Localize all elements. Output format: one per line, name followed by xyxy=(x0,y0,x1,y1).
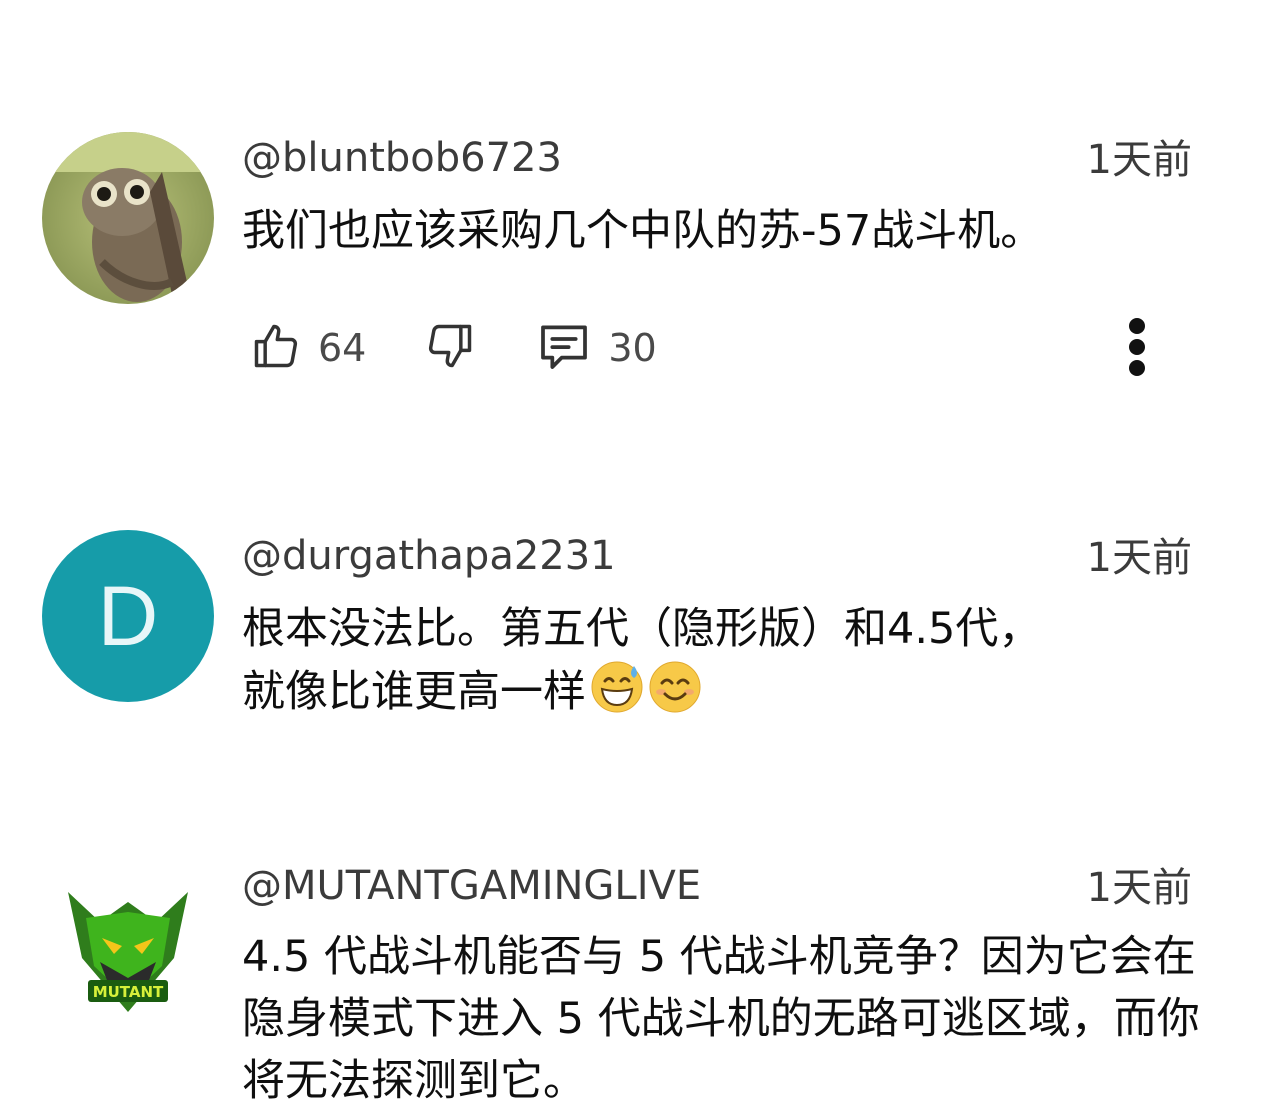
more-vertical-icon xyxy=(1127,316,1147,382)
avatar[interactable]: D xyxy=(42,530,214,702)
thumbs-up-icon xyxy=(250,320,302,376)
thumbs-down-icon xyxy=(424,320,476,376)
comment-text: 4.5 代战斗机能否与 5 代战斗机竞争？因为它会在隐身模式下进入 5 代战斗机… xyxy=(242,932,1200,1106)
comment-icon xyxy=(536,318,592,378)
comment-actions: 64 30 xyxy=(250,318,657,378)
avatar[interactable]: MUTANT xyxy=(42,862,214,1034)
grinning-face-with-sweat-icon xyxy=(590,660,644,714)
comment-timestamp[interactable]: 1天前 xyxy=(1087,140,1192,180)
comment-timestamp[interactable]: 1天前 xyxy=(1087,868,1192,908)
like-button[interactable]: 64 xyxy=(250,320,366,376)
reply-button[interactable]: 30 xyxy=(536,318,657,378)
comment-author[interactable]: @MUTANTGAMINGLIVE xyxy=(242,866,701,906)
comment-text: 根本没法比。第五代（隐形版）和4.5代， 就像比谁更高一样 xyxy=(242,598,1202,723)
more-options-button[interactable] xyxy=(1114,316,1160,382)
avatar[interactable] xyxy=(42,132,214,304)
like-count: 64 xyxy=(318,326,367,370)
avatar-letter: D xyxy=(97,568,159,663)
comment-timestamp[interactable]: 1天前 xyxy=(1087,538,1192,578)
smiling-face-with-smiling-eyes-icon xyxy=(648,660,702,714)
comment-text-segment: 就像比谁更高一样 xyxy=(242,667,586,717)
avatar-logo-text: MUTANT xyxy=(93,983,164,1001)
comment-author[interactable]: @bluntbob6723 xyxy=(242,138,562,178)
comment-text: 我们也应该采购几个中队的苏-57战斗机。 xyxy=(242,206,1044,256)
reply-count: 30 xyxy=(608,326,657,370)
comment-text-line: 就像比谁更高一样 xyxy=(242,660,1202,723)
mutant-gaming-logo-icon: MUTANT xyxy=(42,892,214,1034)
comment-text-line: 根本没法比。第五代（隐形版）和4.5代， xyxy=(242,604,1042,654)
comment-author[interactable]: @durgathapa2231 xyxy=(242,536,616,576)
dislike-button[interactable] xyxy=(424,320,476,376)
